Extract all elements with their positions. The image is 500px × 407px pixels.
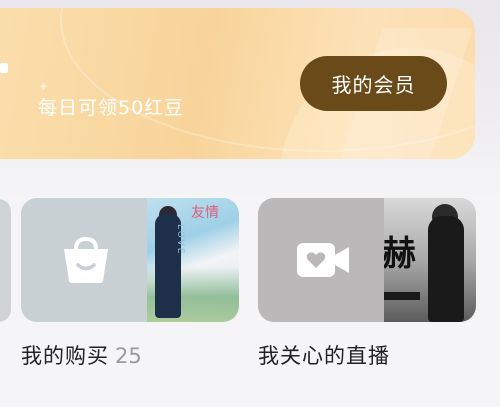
video-camera-heart-icon (297, 243, 349, 277)
live-cover-image: 赫 (380, 198, 476, 322)
tile-overlay (21, 198, 147, 322)
tile-overlay (258, 198, 384, 322)
my-purchases-text: 我的购买 (21, 344, 109, 368)
previous-tile-edge[interactable] (0, 199, 11, 322)
cover-subtitle: LOVE (175, 224, 185, 256)
followed-live-text: 我关心的直播 (258, 344, 390, 368)
my-purchases-tile[interactable]: 友情 LOVE (21, 198, 239, 322)
vip-title-fragment (0, 63, 8, 73)
cover-band (380, 292, 420, 300)
cover-figure (428, 216, 464, 322)
my-purchases-label[interactable]: 我的购买 25 (21, 340, 142, 370)
vip-subtitle: 每日可领50红豆 (38, 97, 185, 119)
cover-title: 友情 (191, 205, 219, 221)
shopping-bag-icon (64, 236, 108, 283)
purchase-cover-image: 友情 LOVE (143, 198, 239, 322)
cover-glyph: 赫 (382, 234, 416, 274)
my-membership-button[interactable]: 我的会员 (300, 56, 447, 111)
purchase-count: 25 (115, 344, 142, 368)
followed-live-label[interactable]: 我关心的直播 (258, 340, 390, 370)
followed-live-tile[interactable]: 赫 (258, 198, 476, 322)
